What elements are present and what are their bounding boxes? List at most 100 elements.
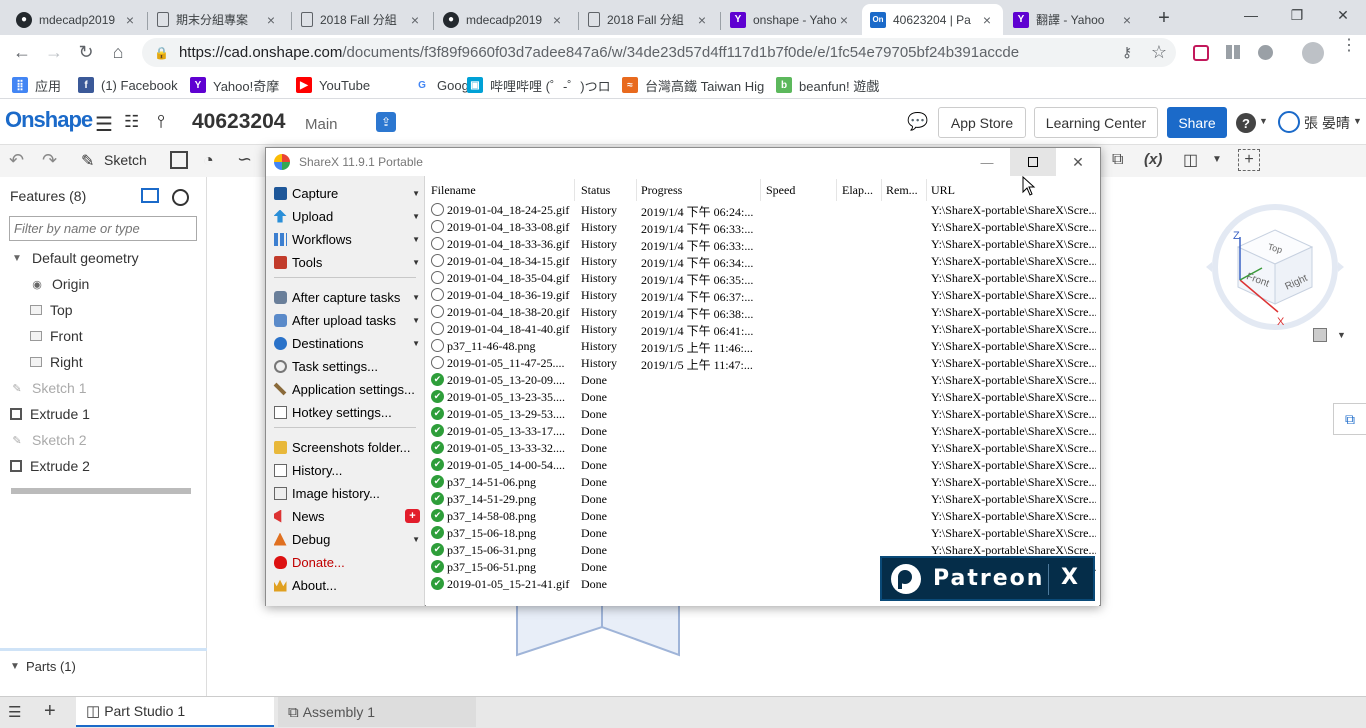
task-row[interactable]: ✔ 2019-01-05_14-00-54.... Done Y:\ShareX-po… [426,457,1099,474]
display-mode-chevron-icon[interactable]: ▼ [1337,330,1346,340]
close-tab-icon[interactable]: × [122,12,138,28]
task-row[interactable]: ✔ 2019-01-05_13-33-17.... Done Y:\ShareX-po… [426,423,1099,440]
forward-button[interactable]: → [39,35,69,70]
add-tab-icon[interactable]: + [44,700,56,723]
task-row[interactable]: ✔ 2019-01-05_13-23-35.... Done Y:\ShareX-po… [426,389,1099,406]
column-separator[interactable] [881,179,882,201]
task-row[interactable]: 2019-01-04_18-34-15.gif History 2019/1/4 下… [426,253,1099,270]
column-separator[interactable] [836,179,837,201]
section-view-icon[interactable]: ◫ [1183,150,1198,170]
sharex-title-bar[interactable]: ShareX 11.9.1 Portable — ✕ [266,148,1100,176]
view-cube[interactable]: Top Front Right Z X [1200,192,1350,337]
browser-tab[interactable]: ● mdecadp2019 × [435,4,573,35]
browser-tab[interactable]: 2018 Fall 分組 × [580,4,718,35]
task-row[interactable]: p37_11-46-48.png History 2019/1/5 上午 11:46… [426,338,1099,355]
restore-window-button[interactable]: ❐ [1274,0,1320,30]
sharex-menu-item[interactable]: About... [272,574,420,596]
task-row[interactable]: ✔ p37_14-51-29.png Done Y:\ShareX-portable\… [426,491,1099,508]
home-button[interactable]: ⌂ [103,35,133,70]
panel-divider[interactable] [0,648,207,651]
task-row[interactable]: 2019-01-04_18-24-25.gif History 2019/1/4 下… [426,202,1099,219]
variable-icon[interactable]: (x) [1144,151,1162,168]
tab-manager-icon[interactable]: ☰ [8,703,21,721]
browser-tab[interactable]: 2018 Fall 分組 × [293,4,431,35]
close-tab-icon[interactable]: × [263,12,279,28]
task-row[interactable]: 2019-01-04_18-35-04.gif History 2019/1/4 下… [426,270,1099,287]
add-folder-icon[interactable] [141,188,159,203]
feature-item[interactable]: Top [0,297,200,323]
mate-tool-icon[interactable]: ⧉ [1112,151,1123,169]
bookmark-item[interactable]: f (1) Facebook [78,74,178,96]
extension-circle-icon[interactable] [1258,45,1273,60]
new-tab-button[interactable]: + [1152,6,1176,30]
browser-tab[interactable]: Yonshape - Yahoo × [722,4,860,35]
task-row[interactable]: ✔ 2019-01-05_13-33-32.... Done Y:\ShareX-po… [426,440,1099,457]
task-row[interactable]: 2019-01-04_18-38-20.gif History 2019/1/4 下… [426,304,1099,321]
browser-tab[interactable]: ● mdecadp2019 × [8,4,146,35]
task-row[interactable]: ✔ p37_14-51-06.png Done Y:\ShareX-portable\… [426,474,1099,491]
sharex-menu-item[interactable]: Image history... [272,482,420,504]
help-icon[interactable]: ? [1236,113,1256,133]
bookmark-item[interactable]: ▣ 哔哩哔哩 (゜-゜)つロ [467,74,611,96]
sharex-menu-item[interactable]: Tools ▼ [272,251,420,273]
extension-icon[interactable] [1193,45,1209,61]
reload-button[interactable]: ↻ [71,35,101,70]
redo-icon[interactable]: ↷ [42,150,57,171]
task-row[interactable]: 2019-01-04_18-41-40.gif History 2019/1/4 下… [426,321,1099,338]
sketch-pencil-icon[interactable]: ✎ [81,151,94,171]
close-tab-icon[interactable]: × [694,12,710,28]
hamburger-menu-icon[interactable]: ☰ [95,112,113,137]
undo-icon[interactable]: ↶ [9,150,24,171]
close-tab-icon[interactable]: × [407,12,423,28]
column-header[interactable]: Status [581,181,610,199]
tab-assembly[interactable]: ⧉ Assembly 1 [278,697,476,727]
sweep-tool-icon[interactable]: ∽ [237,149,252,170]
rollback-timer-icon[interactable] [172,189,189,206]
column-header[interactable]: Speed [766,181,795,199]
minimize-window-button[interactable]: — [1228,0,1274,30]
column-header[interactable]: Elap... [842,181,873,199]
sharex-minimize-button[interactable]: — [964,148,1010,176]
task-row[interactable]: ✔ 2019-01-05_13-29-53.... Done Y:\ShareX-po… [426,406,1099,423]
bookmark-star-icon[interactable]: ☆ [1144,35,1174,70]
close-window-button[interactable]: ✕ [1320,0,1366,30]
sharex-menu-item[interactable]: History... [272,459,420,481]
extrude-tool-icon[interactable] [170,151,188,169]
feature-scrollbar[interactable] [11,488,191,494]
sharex-menu-item[interactable]: After upload tasks ▼ [272,309,420,331]
close-tab-icon[interactable]: × [549,12,565,28]
sharex-menu-item[interactable]: After capture tasks ▼ [272,286,420,308]
browser-tab[interactable]: On 40623204 | Pa × [862,4,1003,35]
sharex-maximize-button[interactable] [1010,148,1056,176]
feature-item[interactable]: ✎ Sketch 2 [0,427,200,453]
sharex-menu-item[interactable]: News + [272,505,420,527]
version-graph-icon[interactable]: ⇪ [376,112,396,132]
feature-item[interactable]: ✎ Sketch 1 [0,375,200,401]
sharex-menu-item[interactable]: Screenshots folder... [272,436,420,458]
column-separator[interactable] [574,179,575,201]
tab-part-studio[interactable]: ◫ Part Studio 1 [76,697,274,727]
task-row[interactable]: 2019-01-04_18-33-36.gif History 2019/1/4 下… [426,236,1099,253]
branch-name[interactable]: Main [305,116,338,133]
address-bar[interactable]: 🔒 https://cad.onshape.com/documents/f3f8… [142,38,1176,67]
feature-filter-input[interactable] [9,216,197,241]
key-icon[interactable]: ⚷ [1112,35,1142,70]
task-row[interactable]: 2019-01-04_18-36-19.gif History 2019/1/4 下… [426,287,1099,304]
close-tab-icon[interactable]: × [836,12,852,28]
insert-icon[interactable]: ⫯ [157,111,165,132]
section-chevron-icon[interactable]: ▼ [1212,154,1222,165]
feature-list-icon[interactable]: ☷ [124,112,139,132]
feature-item[interactable]: Front [0,323,200,349]
column-header[interactable]: Progress [641,181,682,199]
sharex-menu-item[interactable]: Debug ▼ [272,528,420,550]
parts-title[interactable]: Parts (1) [26,659,76,674]
sharex-menu-item[interactable]: Workflows ▼ [272,228,420,250]
task-row[interactable]: ✔ 2019-01-05_13-20-09.... Done Y:\ShareX-po… [426,372,1099,389]
extension-grid-icon[interactable] [1226,45,1240,59]
back-button[interactable]: ← [7,35,37,70]
task-row[interactable]: ✔ p37_15-06-18.png Done Y:\ShareX-portable\… [426,525,1099,542]
sketch-button[interactable]: Sketch [104,152,147,168]
sharex-menu-item[interactable]: Capture ▼ [272,182,420,204]
sharex-menu-item[interactable]: Task settings... [272,355,420,377]
column-separator[interactable] [926,179,927,201]
